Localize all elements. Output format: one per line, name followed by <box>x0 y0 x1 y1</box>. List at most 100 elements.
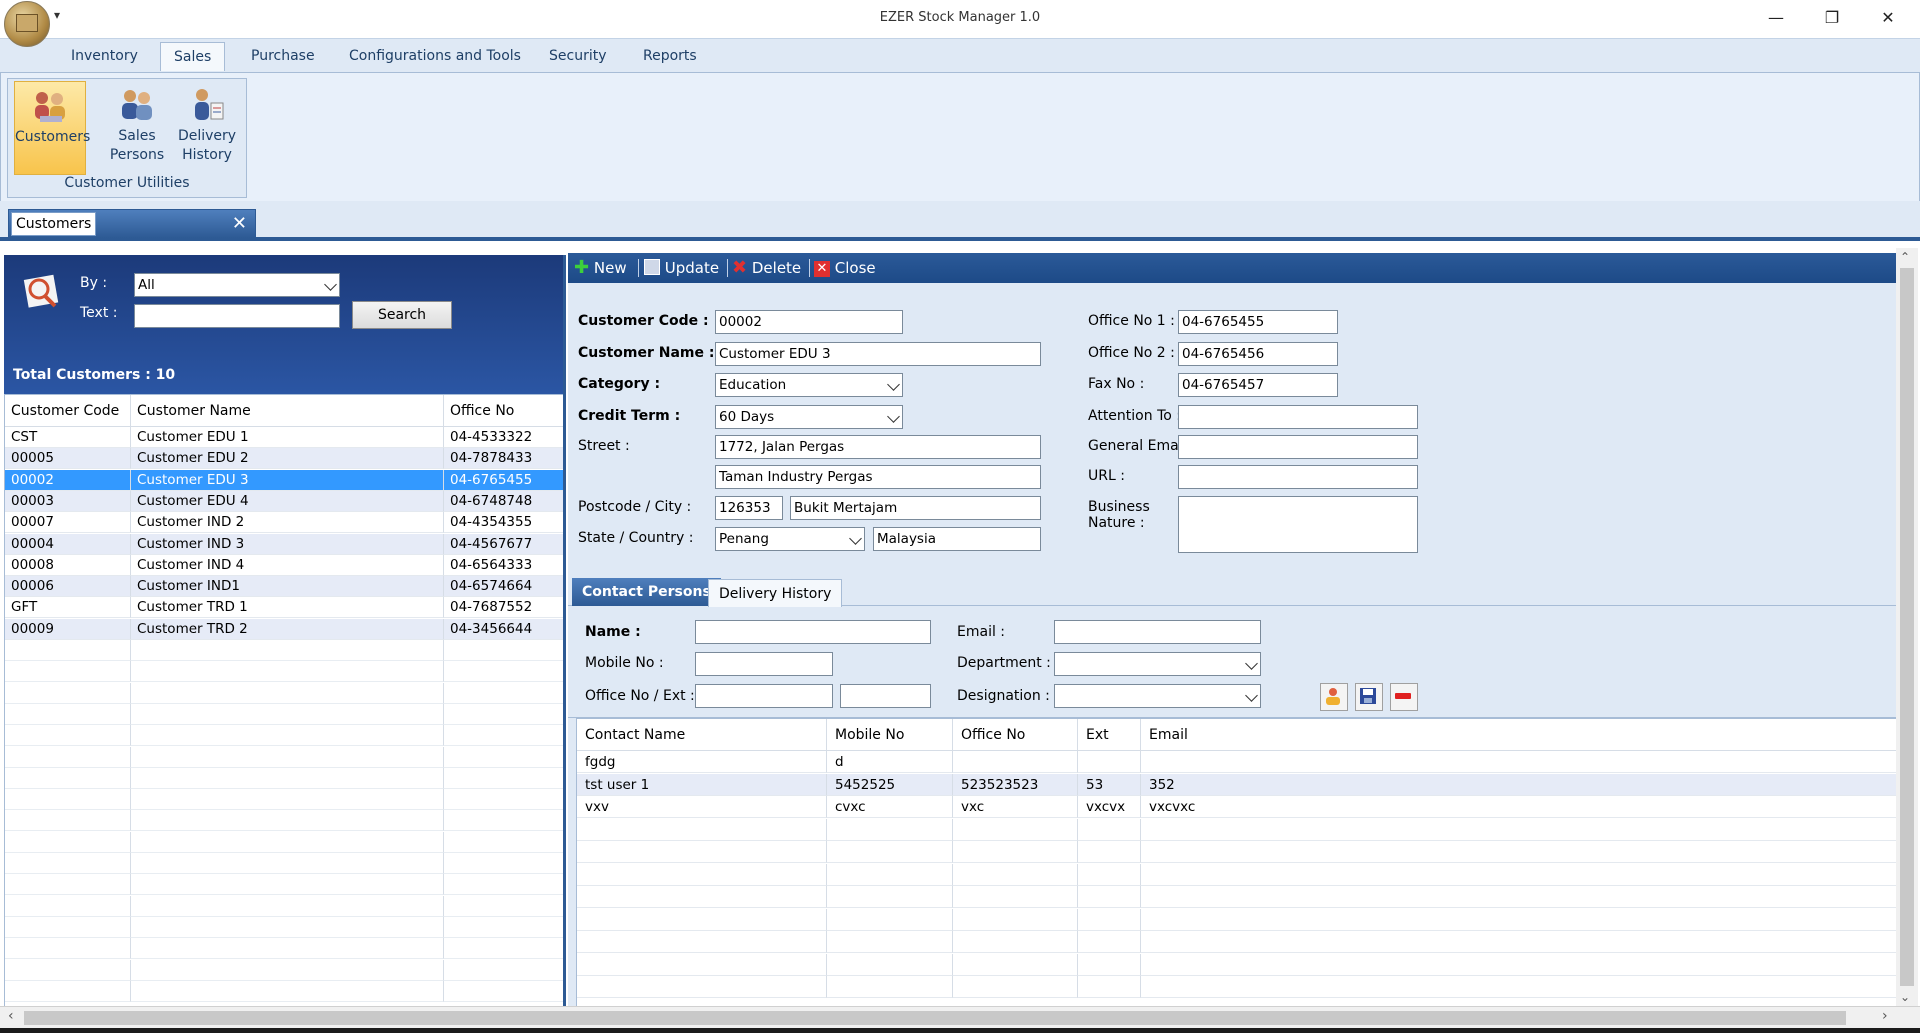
column-header-contact-name[interactable]: Contact Name <box>577 719 827 751</box>
close-tab-icon[interactable]: ✕ <box>232 212 247 236</box>
tab-contact-persons[interactable]: Contact Persons <box>572 578 721 606</box>
contact-ext-field[interactable] <box>840 684 931 708</box>
empty-row[interactable] <box>5 895 564 917</box>
table-row[interactable]: 00005 Customer EDU 2 04-7878433 <box>5 448 564 470</box>
empty-row[interactable] <box>5 874 564 896</box>
customer-code-field[interactable]: 00002 <box>715 310 903 334</box>
column-header-email[interactable]: Email <box>1141 719 1897 751</box>
delete-button[interactable]: ✖ Delete <box>732 258 801 278</box>
empty-row[interactable] <box>5 661 564 683</box>
empty-row[interactable] <box>5 980 564 1002</box>
table-row[interactable]: 00008 Customer IND 4 04-6564333 <box>5 554 564 576</box>
contact-grid[interactable]: Contact Name Mobile No Office No Ext Ema… <box>576 718 1898 1008</box>
credit-term-select[interactable]: 60 Days <box>715 405 903 429</box>
city-field[interactable]: Bukit Mertajam <box>790 496 1041 520</box>
designation-select[interactable] <box>1054 684 1261 708</box>
contact-mobile-field[interactable] <box>695 652 833 676</box>
fax-no-field[interactable]: 04-6765457 <box>1178 373 1338 397</box>
search-text-input[interactable] <box>134 304 340 328</box>
empty-row[interactable] <box>577 886 1897 908</box>
column-header-office-no[interactable]: Office No <box>444 395 564 427</box>
department-select[interactable] <box>1054 652 1261 676</box>
remove-contact-button[interactable] <box>1390 683 1418 711</box>
category-select[interactable]: Education <box>715 373 903 397</box>
vertical-scroll-thumb[interactable] <box>1900 268 1914 986</box>
contact-name-field[interactable] <box>695 620 931 644</box>
app-logo-icon[interactable] <box>4 1 50 47</box>
scroll-left-icon[interactable]: ‹ <box>8 1008 14 1024</box>
street-line2-field[interactable]: Taman Industry Pergas <box>715 465 1041 489</box>
update-button[interactable]: Update <box>644 258 719 278</box>
empty-row[interactable] <box>577 908 1897 931</box>
empty-row[interactable] <box>577 863 1897 886</box>
empty-row[interactable] <box>577 818 1897 841</box>
column-header-customer-name[interactable]: Customer Name <box>131 395 444 427</box>
column-header-mobile-no[interactable]: Mobile No <box>827 719 953 751</box>
close-button[interactable]: ✕ Close <box>814 258 876 278</box>
attention-to-field[interactable] <box>1178 405 1418 429</box>
empty-row[interactable] <box>5 767 564 789</box>
horizontal-scrollbar[interactable]: ‹ › <box>0 1006 1920 1029</box>
horizontal-scroll-thumb[interactable] <box>24 1011 1846 1025</box>
empty-row[interactable] <box>5 853 564 874</box>
tab-reports[interactable]: Reports <box>630 42 710 70</box>
customers-button[interactable]: Customers <box>14 81 90 175</box>
splitter[interactable] <box>563 255 566 1006</box>
table-row[interactable]: GFT Customer TRD 1 04-7687552 <box>5 597 564 619</box>
empty-row[interactable] <box>5 703 564 725</box>
column-header-customer-code[interactable]: Customer Code <box>5 395 131 427</box>
customer-name-field[interactable]: Customer EDU 3 <box>715 342 1041 366</box>
tab-inventory[interactable]: Inventory <box>58 42 151 70</box>
state-select[interactable]: Penang <box>715 527 865 551</box>
empty-row[interactable] <box>5 682 564 704</box>
add-contact-button[interactable] <box>1320 683 1348 711</box>
table-row[interactable]: 00007 Customer IND 2 04-4354355 <box>5 512 564 534</box>
table-row[interactable]: tst user 1 5452525 523523523 53 352 <box>577 773 1897 796</box>
empty-row[interactable] <box>5 938 564 960</box>
table-row[interactable]: CST Customer EDU 1 04-4533322 <box>5 427 564 448</box>
empty-row[interactable] <box>5 916 564 938</box>
new-button[interactable]: ✚ New <box>574 258 627 278</box>
column-header-office-no[interactable]: Office No <box>953 719 1078 751</box>
by-select[interactable]: All <box>134 273 340 297</box>
street-line1-field[interactable]: 1772, Jalan Pergas <box>715 435 1041 459</box>
tab-purchase[interactable]: Purchase <box>238 42 328 70</box>
table-row[interactable]: fgdg d <box>577 751 1897 773</box>
delivery-history-button[interactable]: Delivery History <box>172 81 242 173</box>
tab-sales[interactable]: Sales <box>160 42 226 71</box>
customers-document-tab[interactable]: Customers ✕ <box>8 209 256 239</box>
empty-row[interactable] <box>5 810 564 832</box>
scroll-up-icon[interactable]: ⌃ <box>1900 250 1910 264</box>
save-contact-button[interactable] <box>1355 683 1383 711</box>
tab-security[interactable]: Security <box>536 42 620 70</box>
sales-persons-button[interactable]: Sales Persons <box>102 81 172 173</box>
empty-row[interactable] <box>5 959 564 981</box>
table-row[interactable]: 00006 Customer IND1 04-6574664 <box>5 576 564 598</box>
postcode-field[interactable]: 126353 <box>715 496 783 520</box>
column-header-ext[interactable]: Ext <box>1078 719 1141 751</box>
contact-office-field[interactable] <box>695 684 833 708</box>
restore-button[interactable]: ❐ <box>1804 0 1860 36</box>
search-button[interactable]: Search <box>352 301 452 329</box>
empty-row[interactable] <box>5 746 564 768</box>
customer-grid[interactable]: Customer Code Customer Name Office No CS… <box>4 394 565 1008</box>
table-row[interactable]: 00004 Customer IND 3 04-4567677 <box>5 533 564 555</box>
general-email-field[interactable] <box>1178 435 1418 459</box>
empty-row[interactable] <box>5 831 564 853</box>
table-row[interactable]: 00003 Customer EDU 4 04-6748748 <box>5 490 564 512</box>
empty-row[interactable] <box>5 725 564 747</box>
empty-row[interactable] <box>5 640 564 661</box>
table-row[interactable]: 00009 Customer TRD 2 04-3456644 <box>5 618 564 640</box>
empty-row[interactable] <box>577 953 1897 976</box>
empty-row[interactable] <box>5 789 564 811</box>
office-no-2-field[interactable]: 04-6765456 <box>1178 342 1338 366</box>
empty-row[interactable] <box>577 931 1897 953</box>
contact-email-field[interactable] <box>1054 620 1261 644</box>
table-row[interactable]: 00002 Customer EDU 3 04-6765455 <box>5 469 564 491</box>
scroll-right-icon[interactable]: › <box>1882 1008 1888 1024</box>
table-row[interactable]: vxv cvxc vxc vxcvx vxcvxc <box>577 796 1897 818</box>
empty-row[interactable] <box>577 976 1897 998</box>
vertical-scrollbar[interactable]: ⌃ ⌄ <box>1896 248 1918 1008</box>
scroll-down-icon[interactable]: ⌄ <box>1900 990 1910 1004</box>
country-field[interactable]: Malaysia <box>873 527 1041 551</box>
